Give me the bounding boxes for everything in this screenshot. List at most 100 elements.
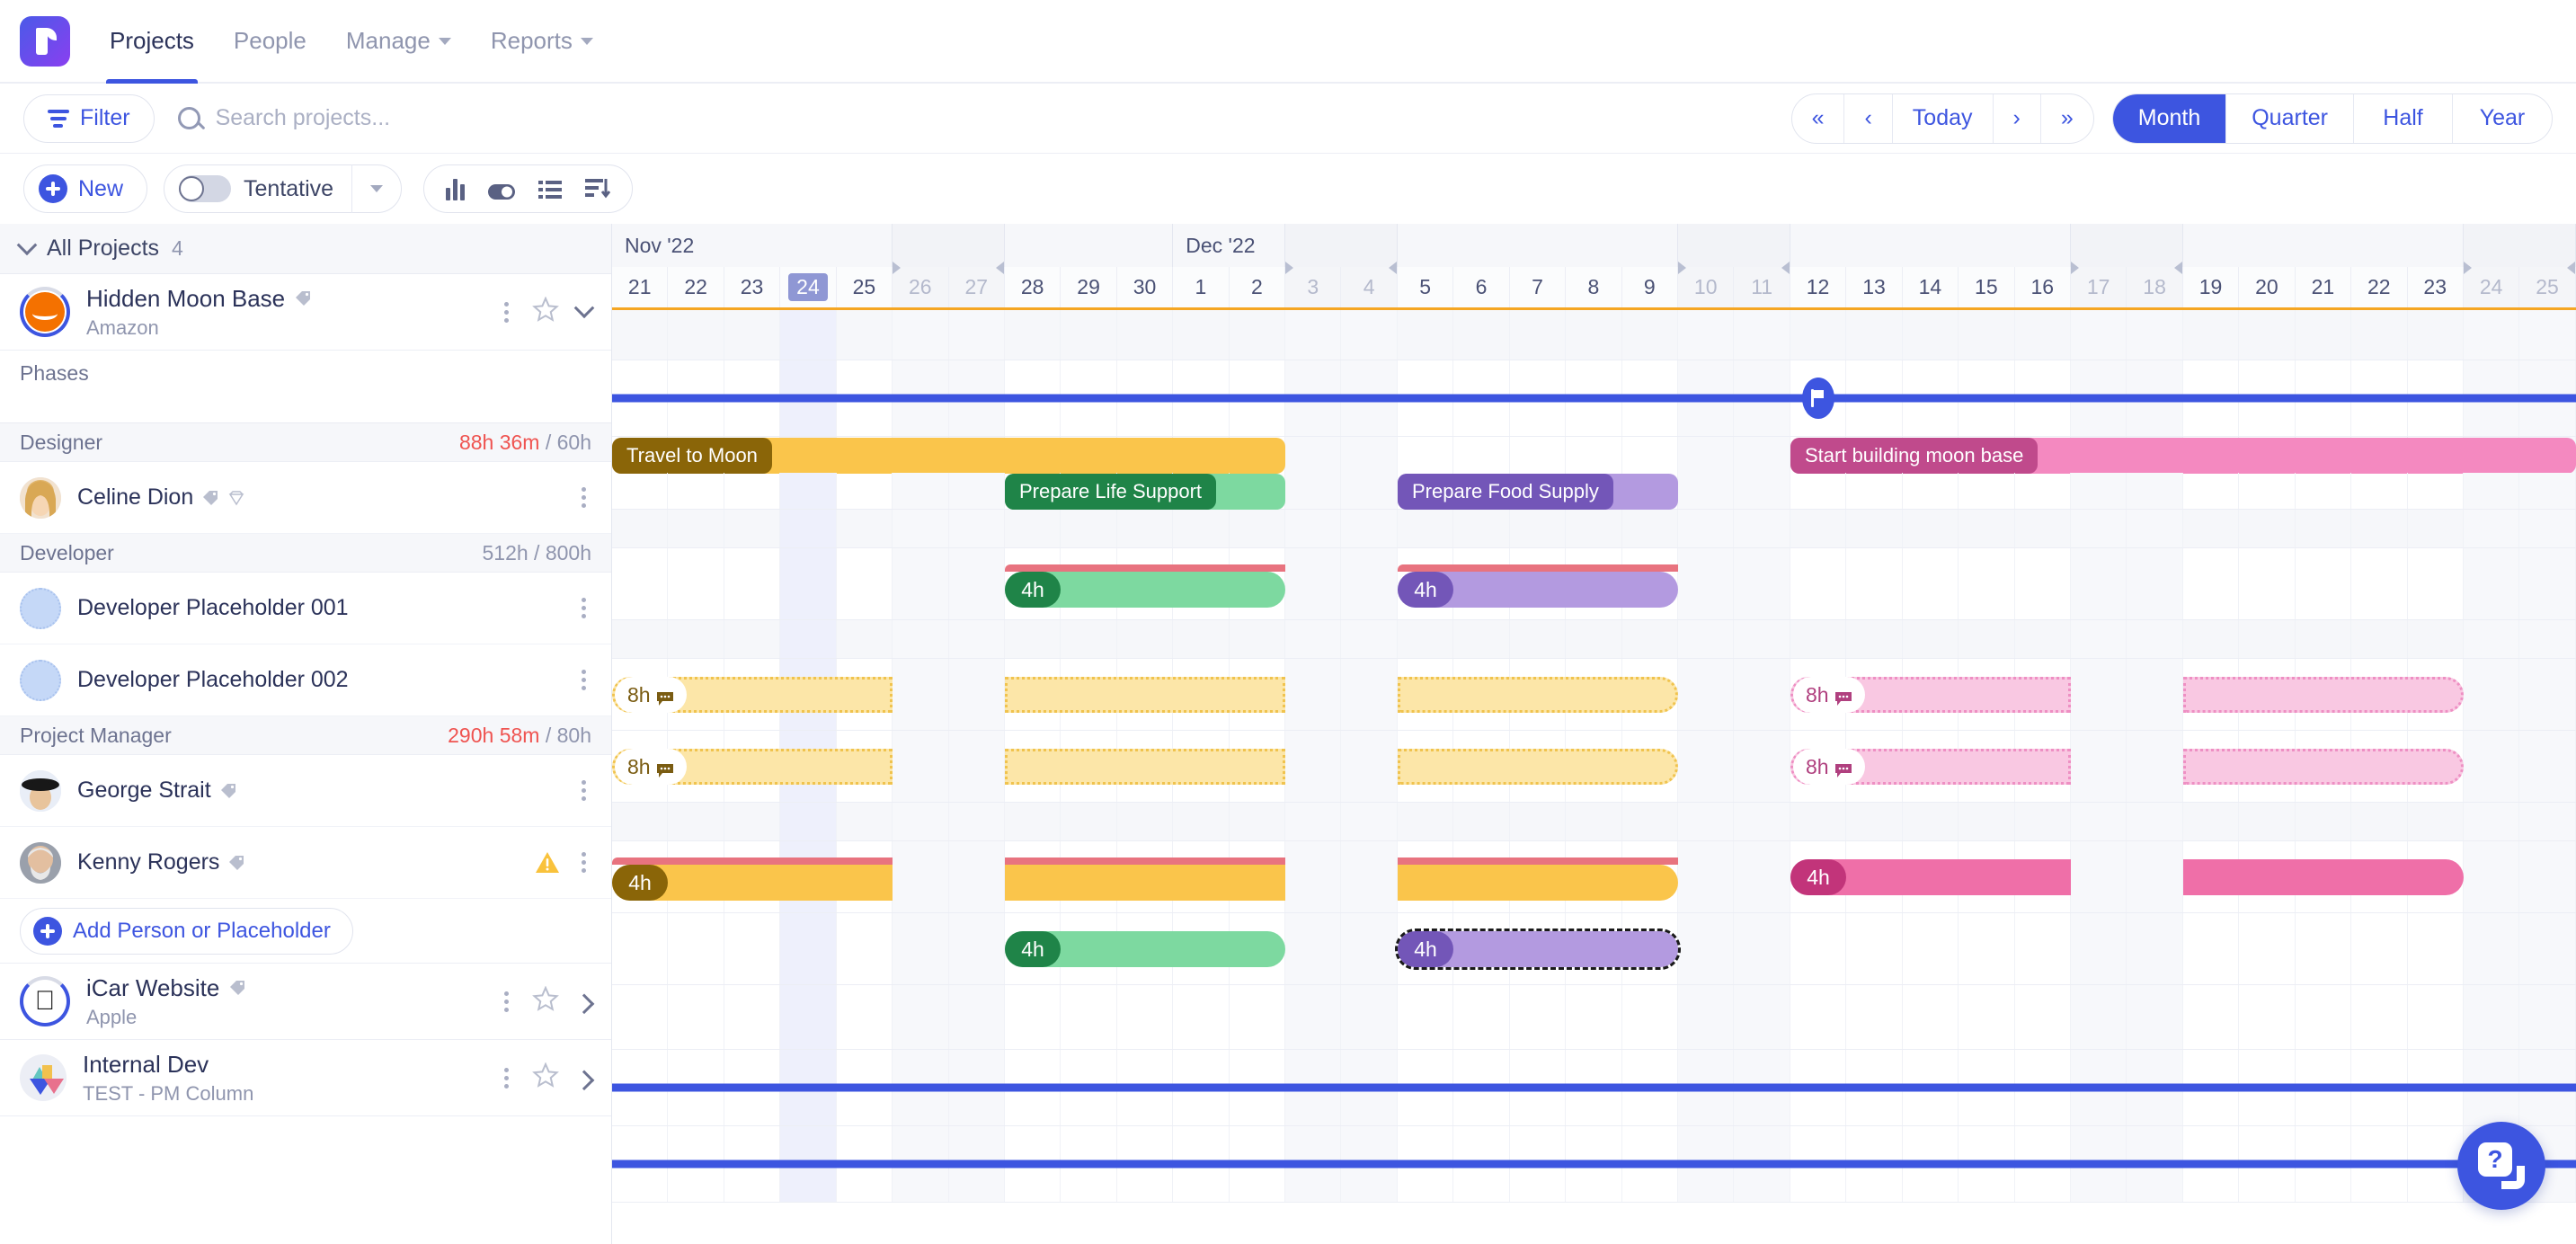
day-cell-3[interactable]: 3	[1285, 267, 1341, 307]
project-expand-chevron[interactable]	[574, 1071, 595, 1091]
timeline-person-row-george-strait[interactable]: 4h4h	[612, 841, 2576, 913]
day-cell-7[interactable]: 7	[1510, 267, 1566, 307]
warning-icon[interactable]	[535, 851, 560, 875]
day-cell-25[interactable]: 25	[837, 267, 893, 307]
day-cell-27[interactable]: 27	[949, 267, 1005, 307]
day-cell-22[interactable]: 22	[2351, 267, 2407, 307]
timeline-add-person-row[interactable]	[612, 985, 2576, 1050]
person-row-developer-placeholder-001[interactable]: Developer Placeholder 001	[0, 573, 611, 644]
timeline-role-row-developer[interactable]	[612, 620, 2576, 659]
day-cell-10[interactable]: 10	[1678, 267, 1734, 307]
tentative-dropdown-button[interactable]	[351, 164, 401, 213]
day-cell-11[interactable]: 11	[1734, 267, 1790, 307]
help-button[interactable]: ?	[2457, 1122, 2545, 1210]
day-cell-23[interactable]: 23	[2408, 267, 2464, 307]
zoom-year-button[interactable]: Year	[2453, 94, 2552, 143]
person-menu-button[interactable]	[576, 664, 591, 696]
phase-bar-prepare-food-supply[interactable]: Prepare Food Supply	[1398, 474, 1678, 510]
add-person-or-placeholder-button[interactable]: Add Person or Placeholder	[20, 908, 353, 955]
day-cell-6[interactable]: 6	[1453, 267, 1509, 307]
day-cell-1[interactable]: 1	[1173, 267, 1229, 307]
nav-last-button[interactable]: »	[2041, 94, 2093, 143]
day-cell-18[interactable]: 18	[2127, 267, 2182, 307]
project-menu-button[interactable]	[499, 1062, 514, 1094]
day-cell-16[interactable]: 16	[2015, 267, 2071, 307]
timeline-person-row-developer-placeholder-001[interactable]: 8h 8h	[612, 659, 2576, 731]
project-collapse-chevron[interactable]	[574, 298, 595, 318]
person-menu-button[interactable]	[576, 482, 591, 513]
person-row-celine-dion[interactable]: Celine Dion	[0, 462, 611, 534]
person-menu-button[interactable]	[576, 847, 591, 878]
project-row-icar-website[interactable]:  iCar Website Apple	[0, 964, 611, 1040]
allocation-bar[interactable]	[1398, 865, 1678, 901]
day-cell-9[interactable]: 9	[1622, 267, 1678, 307]
project-expand-chevron[interactable]	[574, 994, 595, 1015]
allocation-bar[interactable]: 4h	[1005, 572, 1285, 608]
timeline-role-row-designer[interactable]	[612, 510, 2576, 548]
day-cell-8[interactable]: 8	[1566, 267, 1621, 307]
day-cell-21[interactable]: 21	[612, 267, 668, 307]
day-cell-15[interactable]: 15	[1959, 267, 2014, 307]
phase-bar-travel-to-moon[interactable]: Travel to Moon	[612, 438, 1285, 474]
bar-chart-icon[interactable]	[446, 177, 465, 200]
milestone-marker[interactable]	[1802, 378, 1834, 419]
favorite-star-icon[interactable]	[532, 986, 559, 1017]
person-row-developer-placeholder-002[interactable]: Developer Placeholder 002	[0, 644, 611, 716]
favorite-star-icon[interactable]	[532, 297, 559, 327]
timeline-person-row-celine-dion[interactable]: 4h 4h	[612, 548, 2576, 620]
day-cell-12[interactable]: 12	[1790, 267, 1846, 307]
nav-today-button[interactable]: Today	[1893, 94, 1994, 143]
day-cell-21[interactable]: 21	[2296, 267, 2351, 307]
tentative-toggle-wrap[interactable]: Tentative	[164, 175, 351, 202]
zoom-month-button[interactable]: Month	[2113, 94, 2226, 143]
toggle-icon[interactable]	[488, 177, 515, 200]
allocation-bar[interactable]: 4h	[1398, 931, 1678, 967]
day-cell-24[interactable]: 24	[2464, 267, 2519, 307]
allocation-bar[interactable]: 8h	[1790, 749, 2071, 785]
day-cell-4[interactable]: 4	[1341, 267, 1397, 307]
allocation-bar[interactable]	[1398, 749, 1678, 785]
allocation-bar[interactable]: 8h	[1790, 677, 2071, 713]
new-button[interactable]: New	[23, 164, 147, 213]
allocation-bar[interactable]: 4h	[1398, 572, 1678, 608]
favorite-star-icon[interactable]	[532, 1062, 559, 1093]
nav-item-people[interactable]: People	[214, 0, 326, 82]
nav-first-button[interactable]: «	[1792, 94, 1845, 143]
nav-next-button[interactable]: ›	[1994, 94, 2041, 143]
day-cell-20[interactable]: 20	[2239, 267, 2295, 307]
allocation-bar[interactable]: 8h	[612, 677, 893, 713]
search-input[interactable]	[216, 105, 755, 131]
nav-prev-button[interactable]: ‹	[1844, 94, 1892, 143]
project-row-hidden-moon-base[interactable]: Hidden Moon Base Amazon	[0, 274, 611, 351]
app-logo[interactable]	[0, 0, 90, 82]
day-cell-14[interactable]: 14	[1903, 267, 1959, 307]
zoom-half-button[interactable]: Half	[2354, 94, 2453, 143]
day-cell-29[interactable]: 29	[1061, 267, 1116, 307]
person-row-george-strait[interactable]: George Strait	[0, 755, 611, 827]
timeline-person-row-kenny-rogers[interactable]: 4h 4h	[612, 913, 2576, 985]
zoom-quarter-button[interactable]: Quarter	[2226, 94, 2354, 143]
day-cell-24[interactable]: 24	[780, 267, 836, 307]
allocation-bar[interactable]	[2183, 749, 2464, 785]
allocation-bar[interactable]	[2183, 859, 2464, 895]
nav-item-manage[interactable]: Manage	[326, 0, 471, 82]
timeline-person-row-developer-placeholder-002[interactable]: 8h 8h	[612, 731, 2576, 803]
allocation-bar[interactable]: 8h	[612, 749, 893, 785]
allocation-bar[interactable]	[1398, 677, 1678, 713]
person-row-kenny-rogers[interactable]: Kenny Rogers	[0, 827, 611, 899]
day-cell-22[interactable]: 22	[668, 267, 724, 307]
day-cell-25[interactable]: 25	[2519, 267, 2575, 307]
project-menu-button[interactable]	[499, 986, 514, 1017]
timeline-project-row-hidden-moon-base[interactable]	[612, 360, 2576, 437]
allocation-bar[interactable]	[1005, 749, 1285, 785]
allocation-bar[interactable]	[2183, 677, 2464, 713]
person-menu-button[interactable]	[576, 592, 591, 624]
day-cell-17[interactable]: 17	[2071, 267, 2127, 307]
project-duration-bar[interactable]	[612, 395, 2576, 403]
tentative-toggle[interactable]	[179, 175, 231, 202]
timeline-role-row-project-manager[interactable]	[612, 803, 2576, 841]
allocation-bar[interactable]: 4h	[1005, 931, 1285, 967]
day-cell-28[interactable]: 28	[1005, 267, 1061, 307]
day-cell-23[interactable]: 23	[724, 267, 780, 307]
allocation-bar[interactable]	[1005, 865, 1285, 901]
